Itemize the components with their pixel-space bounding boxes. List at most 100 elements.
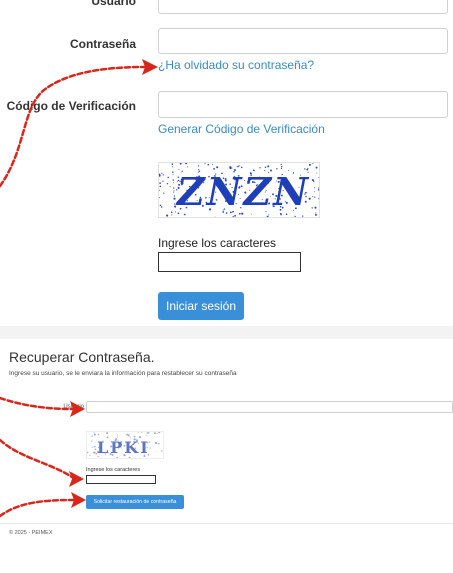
captcha-noise: ZNZN bbox=[159, 163, 319, 218]
captcha-noise-dot bbox=[100, 458, 102, 459]
captcha-noise-dot bbox=[207, 163, 210, 166]
captcha-noise-dot bbox=[315, 166, 318, 169]
captcha-noise-dot bbox=[149, 447, 151, 449]
captcha-noise-dot bbox=[311, 178, 314, 182]
captcha-noise-dot bbox=[147, 432, 150, 434]
captcha-noise-dot bbox=[172, 179, 174, 181]
captcha-noise-dot bbox=[162, 174, 164, 176]
captcha-noise-dot bbox=[268, 214, 270, 216]
captcha-noise-dot bbox=[172, 174, 174, 176]
captcha-noise-dot bbox=[216, 166, 219, 169]
captcha-noise-dot bbox=[93, 446, 95, 448]
captcha-noise-dot bbox=[156, 451, 158, 452]
captcha-noise-dot bbox=[145, 435, 147, 437]
captcha-noise-dot bbox=[229, 166, 232, 169]
captcha-noise-dot bbox=[169, 186, 171, 187]
captcha-noise-dot bbox=[106, 432, 109, 434]
captcha-noise-dot bbox=[281, 166, 283, 168]
captcha-noise-dot bbox=[212, 164, 214, 165]
captcha-noise-dot bbox=[171, 214, 173, 216]
captcha-noise-dot bbox=[161, 172, 163, 174]
captcha-noise-dot bbox=[236, 166, 238, 168]
captcha-prompt: Ingrese los caracteres bbox=[158, 236, 277, 250]
recover-captcha-text: LPKI bbox=[97, 438, 150, 457]
captcha-input[interactable] bbox=[158, 252, 301, 272]
captcha-noise-dot bbox=[97, 433, 100, 436]
captcha-noise-dot bbox=[93, 433, 96, 436]
recover-username-input[interactable] bbox=[86, 401, 453, 413]
captcha-noise-dot bbox=[116, 434, 119, 436]
captcha-image: ZNZN bbox=[158, 162, 320, 218]
captcha-noise-dot bbox=[313, 191, 315, 193]
captcha-noise-dot bbox=[156, 432, 158, 435]
captcha-noise-dot bbox=[294, 215, 296, 217]
captcha-noise-dot bbox=[154, 441, 157, 444]
verification-code-input[interactable] bbox=[158, 91, 448, 118]
captcha-noise-dot bbox=[93, 432, 95, 434]
captcha-noise-dot bbox=[162, 450, 163, 452]
captcha-noise-dot bbox=[232, 216, 235, 217]
captcha-noise-dot bbox=[126, 433, 129, 436]
captcha-noise-dot bbox=[185, 163, 188, 165]
password-input[interactable] bbox=[158, 28, 448, 54]
captcha-noise-dot bbox=[172, 171, 174, 173]
captcha-noise-dot bbox=[179, 163, 182, 165]
captcha-noise-dot bbox=[158, 432, 161, 434]
generate-code-link[interactable]: Generar Código de Verificación bbox=[158, 122, 325, 136]
captcha-noise-dot bbox=[159, 204, 162, 207]
captcha-noise-dot bbox=[318, 197, 319, 200]
captcha-noise-dot bbox=[89, 454, 91, 456]
captcha-noise-dot bbox=[159, 197, 161, 199]
forgot-password-link[interactable]: ¿Ha olvidado su contraseña? bbox=[158, 58, 314, 72]
request-reset-button[interactable]: Solicitar restauración de contraseña bbox=[86, 495, 184, 509]
captcha-noise-dot bbox=[116, 456, 119, 458]
captcha-noise-dot bbox=[137, 432, 139, 433]
recover-captcha-noise: LPKI bbox=[87, 432, 164, 459]
captcha-noise-dot bbox=[161, 206, 162, 208]
captcha-noise-dot bbox=[173, 195, 176, 197]
captcha-noise-dot bbox=[159, 185, 162, 188]
captcha-noise-dot bbox=[159, 174, 161, 177]
captcha-noise-dot bbox=[160, 450, 162, 452]
captcha-noise-dot bbox=[214, 216, 216, 217]
recover-captcha-image: LPKI bbox=[86, 431, 164, 459]
captcha-noise-dot bbox=[167, 176, 169, 179]
password-label: Contraseña bbox=[69, 37, 136, 51]
captcha-noise-dot bbox=[166, 182, 169, 185]
captcha-noise-dot bbox=[174, 203, 176, 205]
captcha-noise-dot bbox=[163, 437, 164, 438]
captcha-noise-dot bbox=[317, 177, 319, 179]
captcha-noise-dot bbox=[173, 190, 175, 192]
captcha-noise-dot bbox=[264, 166, 267, 169]
captcha-noise-dot bbox=[146, 432, 149, 434]
captcha-noise-dot bbox=[155, 457, 157, 458]
login-button[interactable]: Iniciar sesión bbox=[158, 292, 244, 320]
captcha-noise-dot bbox=[171, 166, 173, 168]
captcha-noise-dot bbox=[314, 196, 316, 198]
captcha-noise-dot bbox=[173, 182, 174, 184]
captcha-noise-dot bbox=[318, 188, 319, 191]
captcha-noise-dot bbox=[312, 163, 314, 164]
captcha-noise-dot bbox=[318, 187, 319, 189]
captcha-noise-dot bbox=[308, 163, 311, 166]
captcha-noise-dot bbox=[91, 435, 93, 437]
captcha-noise-dot bbox=[240, 166, 243, 169]
captcha-noise-dot bbox=[166, 214, 169, 217]
verification-code-label: Código de Verificación bbox=[6, 99, 136, 113]
captcha-text: ZNZN bbox=[175, 169, 310, 214]
captcha-noise-dot bbox=[93, 451, 95, 454]
captcha-noise-dot bbox=[315, 212, 317, 214]
captcha-noise-dot bbox=[173, 191, 175, 193]
footer-copyright: © 2025 - PEIMEX bbox=[9, 530, 53, 536]
recover-captcha-input[interactable] bbox=[86, 475, 156, 484]
username-label: Usuario bbox=[91, 0, 136, 8]
captcha-noise-dot bbox=[280, 163, 282, 166]
username-input[interactable] bbox=[158, 0, 448, 14]
captcha-noise-dot bbox=[91, 440, 93, 442]
captcha-noise-dot bbox=[87, 451, 89, 454]
captcha-noise-dot bbox=[267, 165, 270, 168]
captcha-noise-dot bbox=[314, 213, 317, 216]
captcha-noise-dot bbox=[318, 199, 319, 200]
captcha-noise-dot bbox=[273, 217, 274, 218]
captcha-noise-dot bbox=[197, 165, 200, 167]
